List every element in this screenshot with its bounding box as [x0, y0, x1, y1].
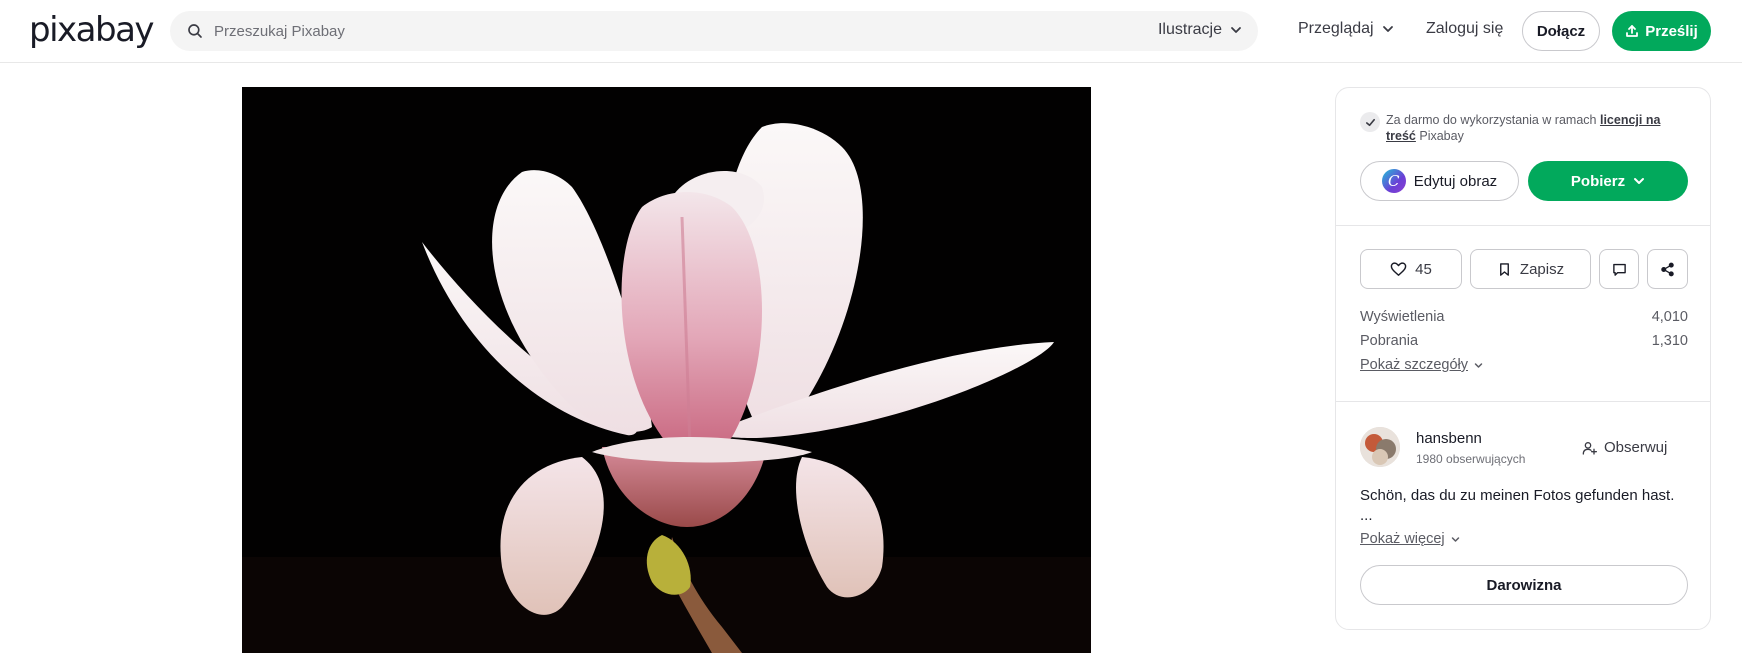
author-name[interactable]: hansbenn: [1416, 430, 1482, 447]
show-more-link[interactable]: Pokaż więcej: [1360, 531, 1460, 547]
donate-button[interactable]: Darowizna: [1360, 565, 1688, 605]
download-label: Pobierz: [1570, 172, 1626, 190]
show-more-label: Pokaż więcej: [1360, 531, 1445, 547]
add-user-icon: [1582, 441, 1597, 455]
like-button[interactable]: 45: [1360, 249, 1462, 289]
browse-menu[interactable]: Przeglądaj: [1298, 20, 1394, 38]
divider: [1336, 225, 1710, 226]
download-button[interactable]: Pobierz: [1528, 161, 1688, 201]
search-type-dropdown[interactable]: Ilustracje: [1158, 21, 1242, 39]
image-info-card: Za darmo do wykorzystania w ramach licen…: [1335, 87, 1711, 630]
follow-label: Obserwuj: [1604, 439, 1668, 456]
comment-icon: [1612, 263, 1626, 276]
comment-button[interactable]: [1599, 249, 1639, 289]
show-details-label: Pokaż szczegóły: [1360, 357, 1468, 373]
save-label: Zapisz: [1519, 260, 1565, 278]
views-value: 4,010: [1651, 309, 1688, 325]
edit-image-label: Edytuj obraz: [1413, 172, 1498, 190]
downloads-label: Pobrania: [1360, 333, 1419, 349]
views-stat: Wyświetlenia 4,010: [1360, 309, 1688, 325]
license-text: Za darmo do wykorzystania w ramach licen…: [1386, 112, 1690, 144]
share-button[interactable]: [1647, 249, 1688, 289]
license-notice: Za darmo do wykorzystania w ramach licen…: [1360, 112, 1690, 144]
join-button[interactable]: Dołącz: [1522, 11, 1600, 51]
magnolia-flower-image: [242, 87, 1091, 653]
canva-icon: C: [1381, 169, 1406, 193]
search-input[interactable]: [214, 19, 1014, 43]
downloads-stat: Pobrania 1,310: [1360, 333, 1688, 349]
follow-button[interactable]: Obserwuj: [1582, 439, 1667, 456]
author-bio-ellipsis: ...: [1360, 507, 1373, 524]
save-button[interactable]: Zapisz: [1470, 249, 1591, 289]
author-bio-text: Schön, das du zu meinen Fotos gefunden h…: [1360, 487, 1675, 504]
views-label: Wyświetlenia: [1360, 309, 1445, 325]
search-icon: [188, 24, 202, 38]
chevron-down-icon: [1451, 536, 1459, 542]
avatar-image: [1360, 427, 1400, 467]
author-bio: Schön, das du zu meinen Fotos gefunden h…: [1360, 486, 1688, 526]
license-text-prefix: Za darmo do wykorzystania w ramach: [1386, 113, 1600, 127]
upload-button[interactable]: Prześlij: [1612, 11, 1711, 51]
bookmark-icon: [1499, 262, 1509, 276]
license-text-suffix: Pixabay: [1415, 129, 1464, 143]
top-navigation-bar: pixabay Ilustracje Przeglądaj Zaloguj si…: [0, 0, 1742, 63]
show-details-link[interactable]: Pokaż szczegóły: [1360, 357, 1483, 373]
downloads-value: 1,310: [1651, 333, 1688, 349]
browse-label: Przeglądaj: [1298, 20, 1374, 37]
main-photo[interactable]: [242, 87, 1091, 653]
author-avatar[interactable]: [1360, 427, 1400, 467]
chevron-down-icon: [1474, 362, 1483, 368]
like-count: 45: [1415, 260, 1432, 278]
search-bar[interactable]: Ilustracje: [170, 11, 1258, 51]
search-type-label: Ilustracje: [1157, 21, 1222, 38]
author-followers: 1980 obserwujących: [1416, 452, 1526, 466]
check-icon: [1360, 112, 1380, 132]
edit-image-button[interactable]: C Edytuj obraz: [1360, 161, 1519, 201]
divider: [1336, 401, 1710, 402]
login-link[interactable]: Zaloguj się: [1426, 20, 1503, 38]
share-icon: [1661, 262, 1674, 276]
pixabay-logo[interactable]: pixabay: [29, 10, 155, 50]
chevron-down-icon: [1634, 178, 1645, 184]
heart-icon: [1390, 261, 1407, 276]
upload-icon: [1626, 25, 1639, 37]
upload-label: Prześlij: [1645, 22, 1698, 40]
chevron-down-icon: [1231, 27, 1241, 33]
chevron-down-icon: [1382, 26, 1393, 32]
